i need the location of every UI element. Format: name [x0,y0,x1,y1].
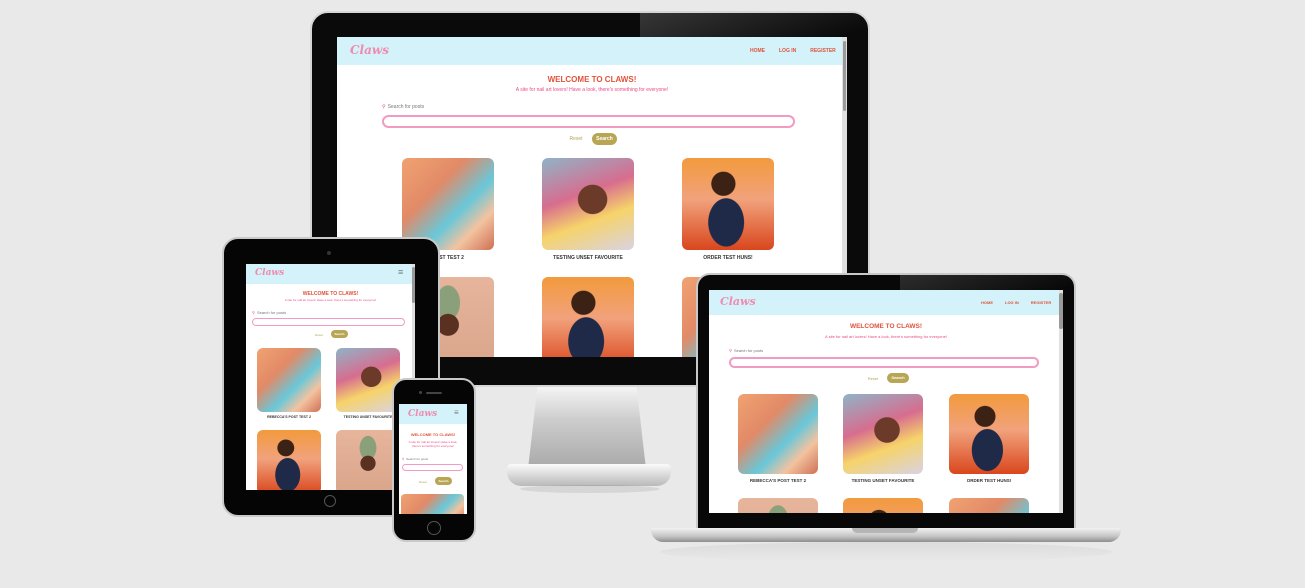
search-label: ⚲ Search for posts [382,104,424,110]
reset-link[interactable]: Reset [312,333,326,337]
search-button[interactable]: Search [592,133,617,145]
search-label-text: Search for posts [387,104,425,110]
nav-register-link[interactable]: REGISTER [1031,300,1051,305]
reset-link[interactable]: Reset [863,376,883,381]
scrollbar-thumb[interactable] [412,267,415,303]
post-image[interactable] [949,394,1029,474]
search-input[interactable] [252,318,405,326]
scrollbar[interactable] [1059,290,1063,513]
search-label-text: Search for posts [733,348,764,353]
search-input[interactable] [402,464,463,471]
nav-login-link[interactable]: LOG IN [1005,300,1019,305]
post-image[interactable] [682,158,774,250]
laptop-notch [852,528,918,533]
phone-site: Claws ≡ WELCOME TO CLAWS! A site for nai… [399,404,467,514]
post-title[interactable]: TESTING UNSET FAVOURITE [542,255,634,261]
reset-link[interactable]: Reset [564,136,588,142]
tagline: A site for nail art lovers! Have a look,… [284,298,377,302]
search-icon: ⚲ [402,457,405,461]
post-image[interactable] [336,348,400,412]
post-title[interactable]: TESTING UNSET FAVOURITE [843,478,923,483]
search-icon: ⚲ [252,310,255,315]
search-button[interactable]: Search [887,373,909,383]
hamburger-menu-icon[interactable]: ≡ [398,268,403,277]
search-label: ⚲ Search for posts [402,457,428,461]
post-image[interactable] [542,277,634,357]
post-title[interactable]: REBECCA'S POST TEST 2 [738,478,818,483]
scrollbar-thumb[interactable] [843,41,846,111]
tagline: A site for nail art lovers! Have a look,… [408,440,458,448]
search-input[interactable] [729,357,1039,368]
post-title[interactable]: REBECCA'S POST TEST 2 [257,415,321,419]
post-image[interactable] [542,158,634,250]
tablet-home-button [324,495,336,507]
site-logo[interactable]: Claws [255,268,284,278]
search-button[interactable]: Search [331,330,348,338]
nav-register-link[interactable]: REGISTER [810,48,836,54]
search-icon: ⚲ [729,348,732,353]
search-label-text: Search for posts [406,457,429,461]
site-logo[interactable]: Claws [720,295,756,308]
post-image[interactable] [738,498,818,513]
monitor-stand-shadow [520,485,660,493]
page-title: WELCOME TO CLAWS! [302,291,359,297]
navbar: Claws HOME LOG IN REGISTER [337,37,847,65]
tablet-camera [327,251,331,255]
post-title[interactable]: ORDER TEST HUNS! [682,255,774,261]
post-image[interactable] [257,348,321,412]
post-image[interactable] [949,498,1029,513]
page-title: WELCOME TO CLAWS! [849,323,923,330]
tablet-screen: Claws ≡ WELCOME TO CLAWS! A site for nai… [246,264,415,490]
post-image[interactable] [336,430,400,490]
page-title: WELCOME TO CLAWS! [410,432,456,437]
tagline: A site for nail art lovers! Have a look,… [825,334,947,339]
laptop-site: Claws HOME LOG IN REGISTER WELCOME TO CL… [709,290,1063,513]
post-title[interactable]: ORDER TEST HUNS! [949,478,1029,483]
nav-links: HOME LOG IN REGISTER [981,300,1051,305]
search-input[interactable] [382,115,795,128]
nav-home-link[interactable]: HOME [750,48,765,54]
post-image[interactable] [843,498,923,513]
nav-login-link[interactable]: LOG IN [779,48,796,54]
post-image[interactable] [257,430,321,490]
phone-home-button [427,521,441,535]
navbar: Claws HOME LOG IN REGISTER [709,290,1063,315]
phone-camera [419,391,422,394]
post-image[interactable] [738,394,818,474]
search-label: ⚲ Search for posts [729,348,763,353]
monitor-stand-neck [528,387,646,469]
search-label: ⚲ Search for posts [252,310,286,315]
tablet-site: Claws ≡ WELCOME TO CLAWS! A site for nai… [246,264,415,490]
hamburger-menu-icon[interactable]: ≡ [454,409,459,417]
navbar: Claws ≡ [399,404,467,424]
search-icon: ⚲ [382,104,386,110]
navbar: Claws ≡ [246,264,415,284]
reset-link[interactable]: Reset [417,480,429,484]
nav-home-link[interactable]: HOME [981,300,993,305]
site-logo[interactable]: Claws [408,409,437,419]
nav-links: HOME LOG IN REGISTER [750,48,836,54]
post-image[interactable] [843,394,923,474]
phone-speaker [426,392,442,394]
search-button[interactable]: Search [435,477,452,485]
scrollbar-thumb[interactable] [1059,293,1063,329]
laptop-shadow [660,542,1112,562]
laptop-screen: Claws HOME LOG IN REGISTER WELCOME TO CL… [709,290,1063,513]
page-title: WELCOME TO CLAWS! [547,75,637,84]
post-title[interactable]: TESTING UNSET FAVOURITE [336,415,400,419]
site-logo[interactable]: Claws [350,43,389,57]
tagline: A site for nail art lovers! Have a look,… [515,87,669,93]
post-image[interactable] [401,494,464,514]
monitor-stand-base [507,464,671,486]
phone-screen: Claws ≡ WELCOME TO CLAWS! A site for nai… [399,404,467,514]
search-label-text: Search for posts [256,310,287,315]
